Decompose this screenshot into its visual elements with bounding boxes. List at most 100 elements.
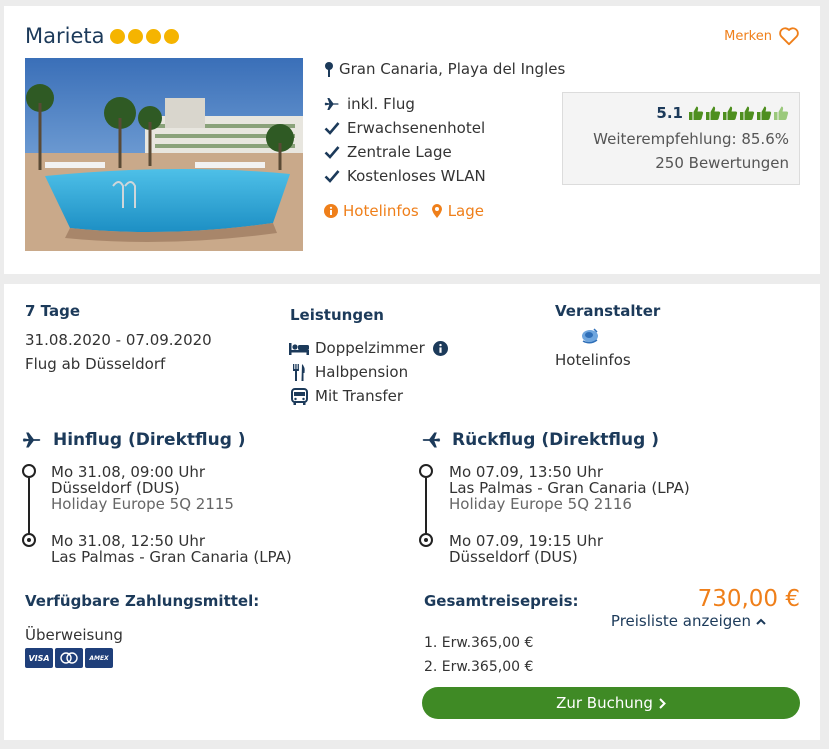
plane-icon [21,430,43,450]
trip-duration: 7 Tage [25,302,80,320]
service-item: Mit Transfer [288,384,452,408]
services-list: Doppelzimmer Halbpension Mit Transfer [288,336,452,408]
hotel-card: Marieta Merken Gran Canaria, Playa del I… [4,6,820,274]
plane-icon [324,96,340,112]
services-heading: Leistungen [290,306,384,324]
info-icon[interactable] [430,340,452,356]
hotelinfos-label: Hotelinfos [343,202,419,220]
total-price-heading: Gesamtreisepreis: [424,592,579,610]
rating-box[interactable]: 5.1 Weiterempfehlung: 85.6% 250 Bewertun… [562,92,800,185]
cutlery-icon [288,363,310,381]
return-flight-title: Rückflug (Direktflug ) [420,430,659,450]
total-price: 730,00 € [697,586,800,612]
info-icon [324,204,338,218]
leg-time: Mo 07.09, 19:15 Uhr [449,532,604,550]
price-line: 1. Erw.365,00 € [424,635,534,651]
leg-flight-number: Holiday Europe 5Q 2115 [51,495,234,513]
visa-card-icon: VISA [25,648,53,668]
payment-method: Überweisung [25,626,123,644]
location-label: Lage [447,202,484,220]
thumbs-up-icon [723,106,738,120]
location-text: Gran Canaria, Playa del Ingles [339,60,566,78]
feature-item: inkl. Flug [324,92,486,116]
operator-heading: Veranstalter [555,302,661,320]
heart-icon [778,26,800,46]
star-icon [110,28,126,44]
hotel-photo[interactable] [25,58,303,251]
trip-dates: 31.08.2020 - 07.09.2020 [25,331,212,349]
map-marker-icon [431,203,443,219]
operator-hotelinfos-link[interactable]: Hotelinfos [555,351,631,369]
hotelinfos-link[interactable]: Hotelinfos [324,202,419,220]
outbound-title-text: Hinflug (Direktflug ) [53,430,246,450]
hotel-links: Hotelinfos Lage [324,202,484,220]
leg-time: Mo 31.08, 12:50 Uhr [51,532,206,550]
thumbs-up-icon [706,106,721,120]
bed-icon [288,341,310,355]
arrival-node [22,533,36,547]
rating-score: 5.1 [656,104,683,122]
check-icon [324,121,340,135]
star-rating [110,28,180,44]
leg-airport: Düsseldorf (DUS) [51,479,180,497]
star-icon [164,28,180,44]
chevron-up-icon [756,618,766,625]
feature-item: Kostenloses WLAN [324,164,486,188]
hotel-location: Gran Canaria, Playa del Ingles [324,60,565,78]
leg-time: Mo 31.08, 09:00 Uhr [51,463,206,481]
hotel-title[interactable]: Marieta [25,24,180,48]
return-arrival: Mo 07.09, 19:15 Uhr Düsseldorf (DUS) [449,533,603,565]
mastercard-icon [55,648,83,668]
feature-label: Zentrale Lage [347,143,452,161]
thumbs-rating [688,105,789,121]
leg-airport: Düsseldorf (DUS) [449,548,578,566]
pricelist-toggle-label: Preisliste anzeigen [610,612,751,630]
timeline-line [28,478,30,540]
leg-flight-number: Holiday Europe 5Q 2116 [449,495,632,513]
feature-label: Erwachsenenhotel [347,119,486,137]
save-label: Merken [724,28,772,44]
star-icon [128,28,144,44]
service-item: Doppelzimmer [288,336,452,360]
hotel-name[interactable]: Marieta [25,24,104,48]
thumbs-up-icon [689,106,704,120]
payment-heading: Verfügbare Zahlungsmittel: [25,592,260,610]
service-label: Halbpension [315,363,409,381]
book-button-label: Zur Buchung [556,694,653,712]
offer-card: 7 Tage 31.08.2020 - 07.09.2020 Flug ab D… [4,284,820,740]
thumbs-up-icon [757,106,772,120]
timeline-line [425,478,427,540]
bus-icon [288,387,310,405]
price-line: 2. Erw.365,00 € [424,659,534,675]
rating-row: 5.1 [656,104,789,122]
service-item: Halbpension [288,360,452,384]
map-pin-icon [324,61,334,77]
outbound-arrival: Mo 31.08, 12:50 Uhr Las Palmas - Gran Ca… [51,533,292,565]
feature-item: Erwachsenenhotel [324,116,486,140]
recommendation-rate: Weiterempfehlung: 85.6% [593,130,789,148]
price-breakdown: 1. Erw.365,00 € 2. Erw.365,00 € [424,631,533,679]
star-icon [146,28,162,44]
outbound-timeline [21,464,37,550]
save-button[interactable]: Merken [724,26,800,46]
feature-list: inkl. Flug Erwachsenenhotel Zentrale Lag… [324,92,486,188]
operator-logo [580,326,600,346]
departure-node [22,464,36,478]
feature-label: inkl. Flug [347,95,415,113]
review-count[interactable]: 250 Bewertungen [655,154,789,172]
location-link[interactable]: Lage [431,202,484,220]
leg-airport: Las Palmas - Gran Canaria (LPA) [51,548,292,566]
check-icon [324,169,340,183]
service-label: Mit Transfer [315,387,404,405]
thumbs-up-icon [740,106,755,120]
chevron-right-icon [659,697,666,709]
leg-airport: Las Palmas - Gran Canaria (LPA) [449,479,690,497]
return-departure: Mo 07.09, 13:50 Uhr Las Palmas - Gran Ca… [449,464,690,512]
payment-cards: VISA AMEX [25,648,113,668]
book-button[interactable]: Zur Buchung [422,687,800,719]
plane-return-icon [420,430,442,450]
thumbs-up-icon [774,106,789,120]
pricelist-toggle[interactable]: Preisliste anzeigen [611,612,766,630]
arrival-node [419,533,433,547]
outbound-departure: Mo 31.08, 09:00 Uhr Düsseldorf (DUS) Hol… [51,464,234,512]
